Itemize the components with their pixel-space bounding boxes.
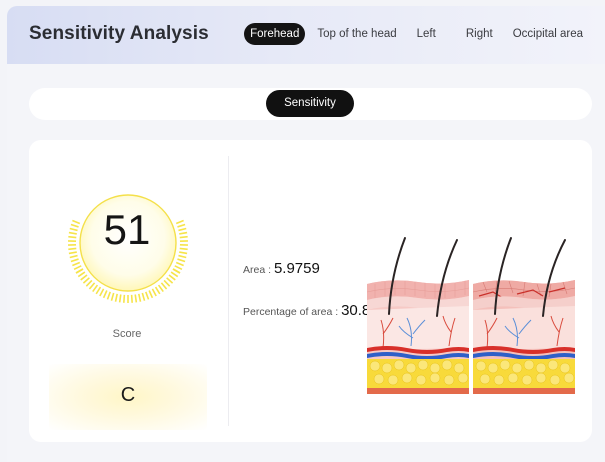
grade-badge: C <box>49 364 207 430</box>
tab-top-of-the-head[interactable]: Top of the head <box>309 23 404 45</box>
divider <box>228 156 229 426</box>
area-value: 5.9759 <box>273 260 320 277</box>
area-metric: Area : 5.9759 <box>243 260 320 277</box>
region-tabs: Forehead Top of the head Left Right Occi… <box>244 23 591 45</box>
result-card: 51 Score C Area : 5.9759 Percentage of a… <box>29 140 592 442</box>
score-value: 51 <box>103 206 151 253</box>
score-label: Score <box>112 328 142 340</box>
sensitive-skin-illustration <box>473 237 575 394</box>
normal-skin-illustration <box>367 237 469 394</box>
tab-sensitivity[interactable]: Sensitivity <box>266 90 354 117</box>
tab-forehead[interactable]: Forehead <box>244 23 306 45</box>
analysis-type-bar: Sensitivity <box>29 88 592 120</box>
tab-occipital-area[interactable]: Occipital area <box>505 23 591 45</box>
percentage-label: Percentage of area : <box>243 306 339 318</box>
tab-right[interactable]: Right <box>458 23 501 45</box>
page-title: Sensitivity Analysis <box>29 23 209 44</box>
page: Sensitivity Analysis Forehead Top of the… <box>7 6 605 462</box>
area-label: Area : <box>243 264 272 276</box>
header: Sensitivity Analysis Forehead Top of the… <box>7 6 605 64</box>
tab-left[interactable]: Left <box>409 23 444 45</box>
grade-value: C <box>120 384 136 406</box>
percentage-metric: Percentage of area : 30.8% <box>243 302 384 319</box>
